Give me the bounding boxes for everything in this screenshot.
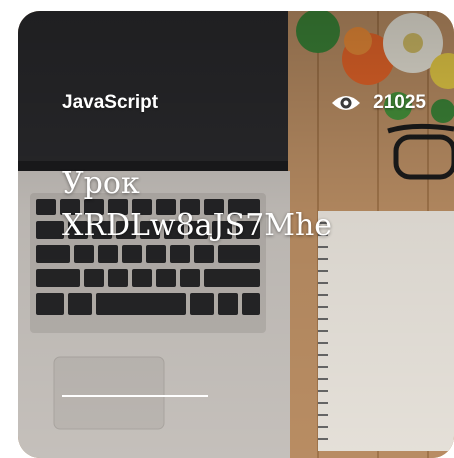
category-label[interactable]: JavaScript	[62, 92, 158, 114]
eye-icon	[332, 96, 361, 110]
view-count: 21025	[331, 92, 426, 114]
lesson-card[interactable]: JavaScript 21025 Урок XRDLw8aJS7Mhe	[18, 11, 454, 458]
title-divider	[62, 395, 208, 397]
lesson-title[interactable]: Урок XRDLw8aJS7Mhe	[62, 163, 422, 247]
view-count-value: 21025	[373, 92, 426, 113]
lesson-title-line-2: XRDLw8aJS7Mhe	[62, 208, 333, 243]
lesson-title-line-1: Урок	[62, 166, 140, 201]
